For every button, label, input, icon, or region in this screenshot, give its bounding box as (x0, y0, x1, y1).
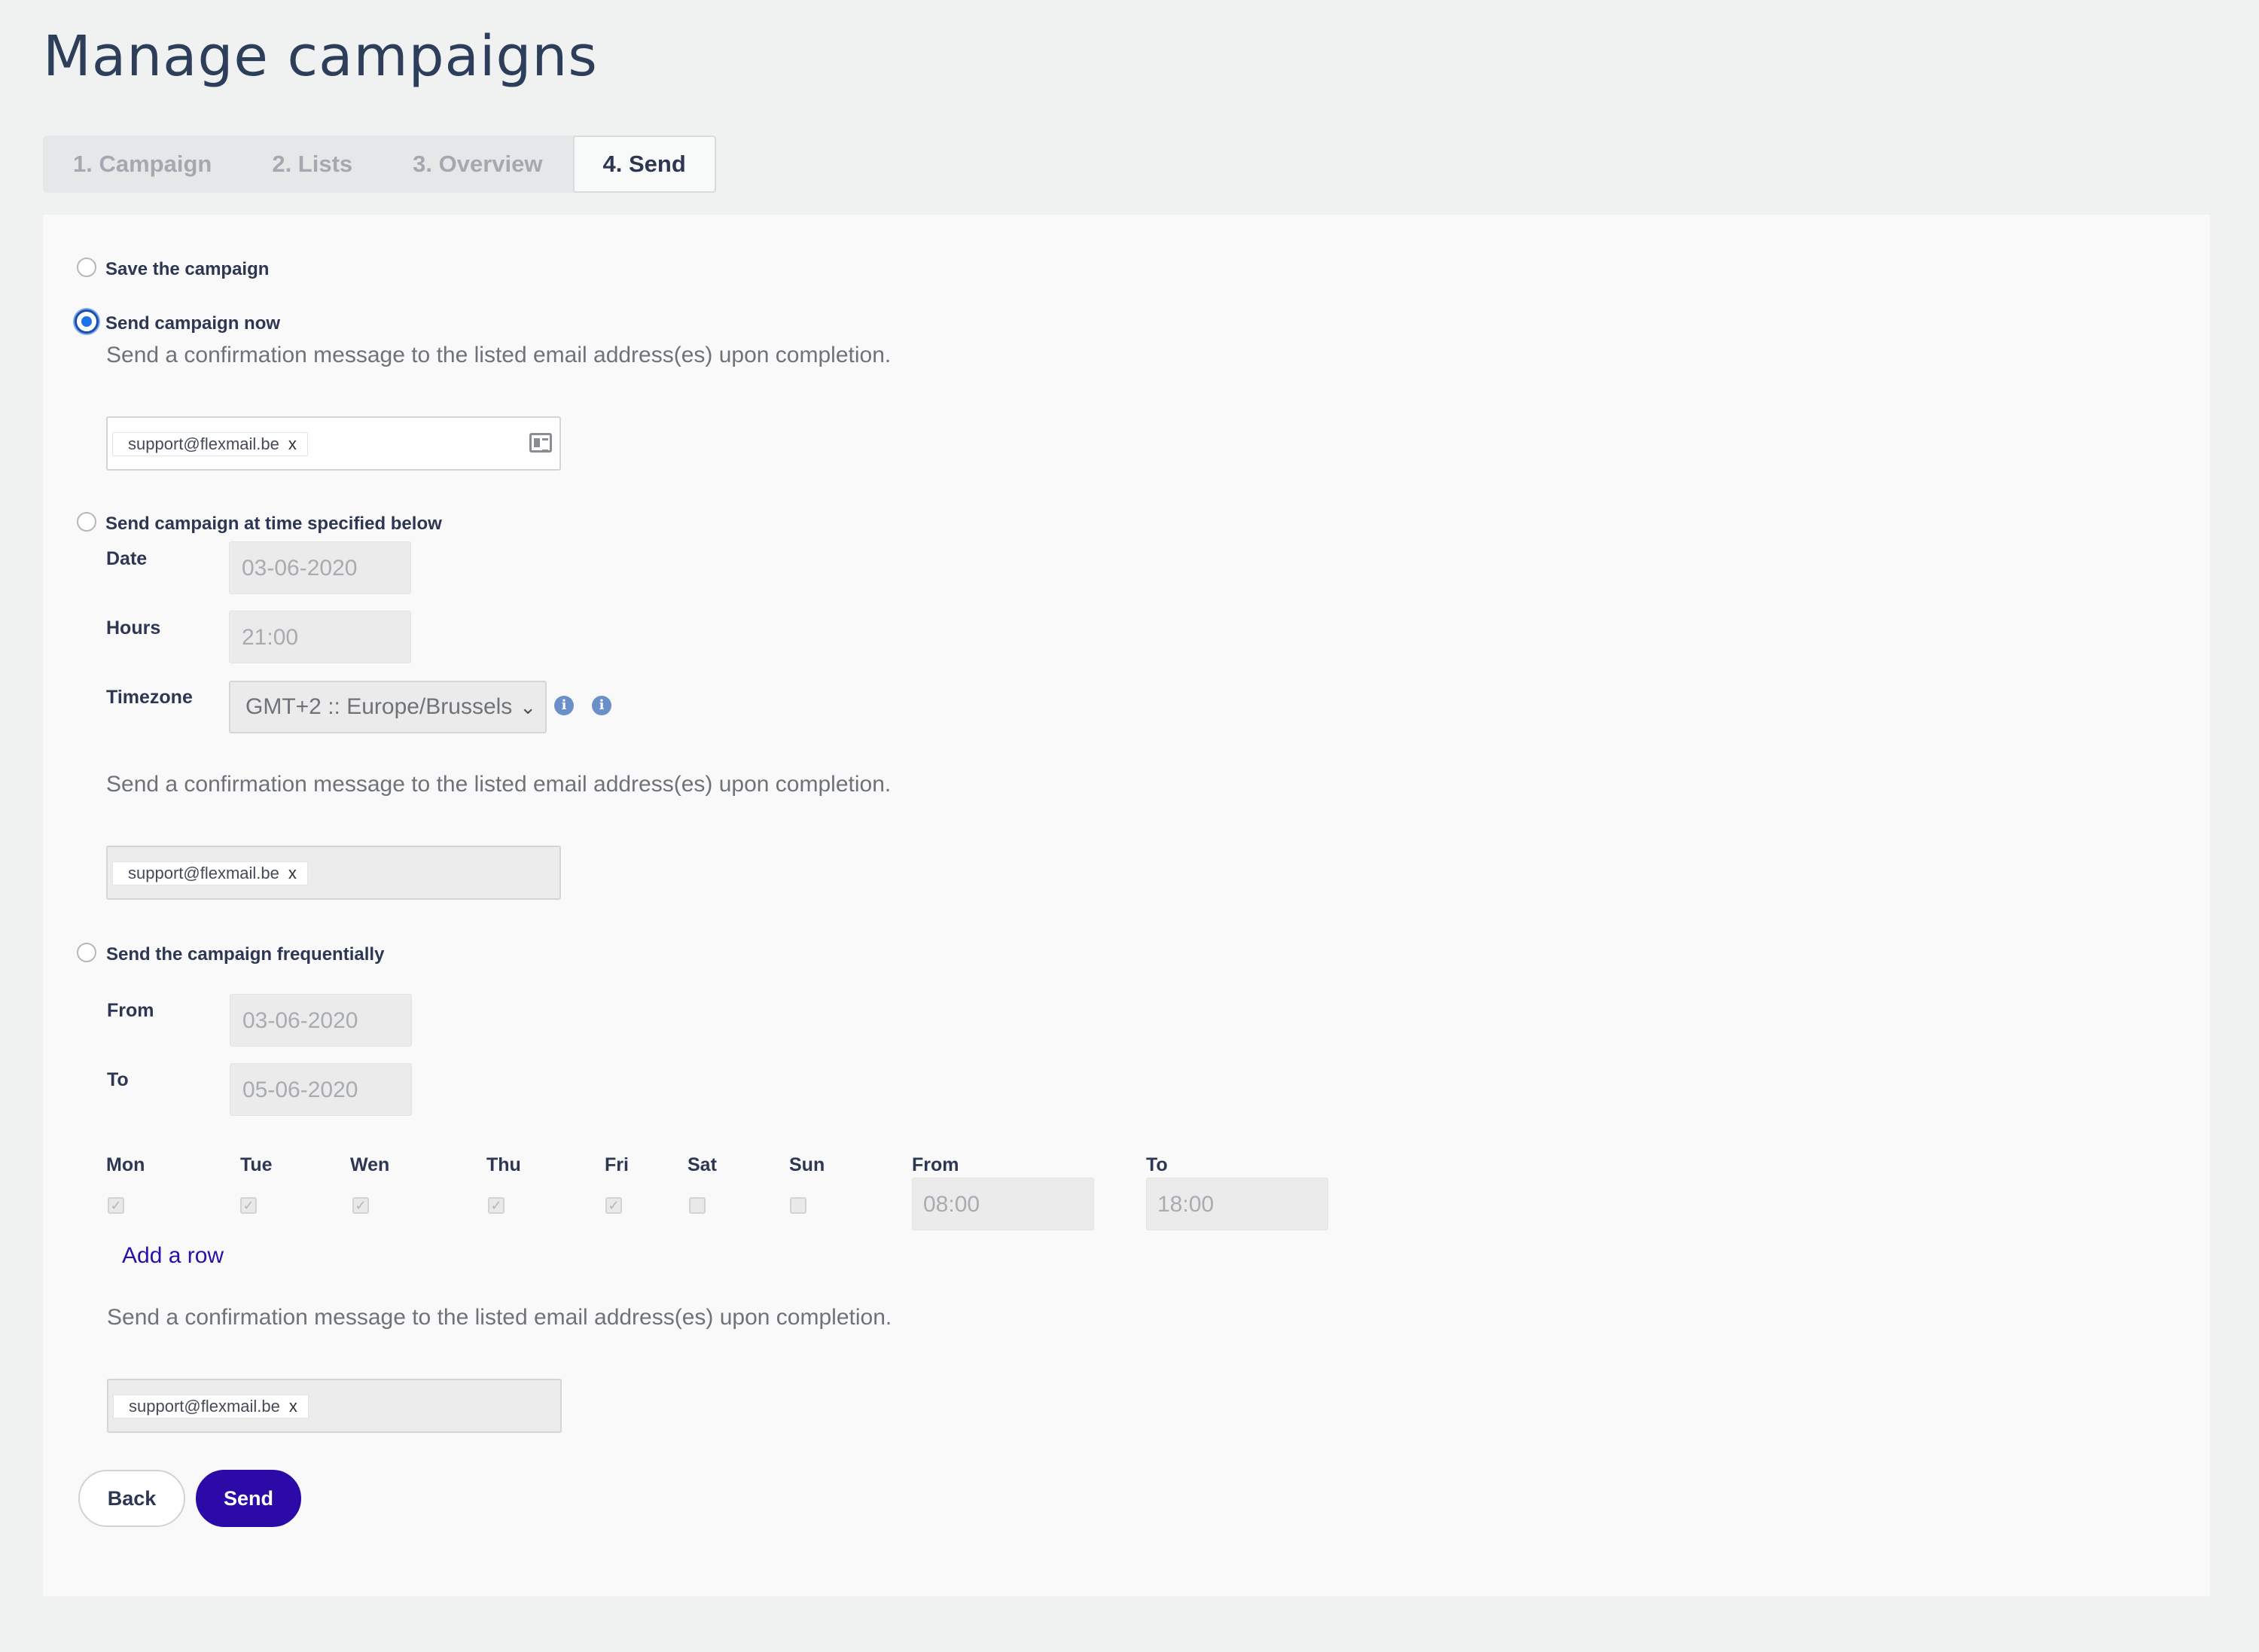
send-now-radio[interactable] (75, 309, 99, 334)
checkbox-thu[interactable]: ✓ (488, 1197, 505, 1214)
send-button[interactable]: Send (196, 1470, 301, 1527)
day-label-mon: Mon (106, 1154, 145, 1175)
checkbox-fri[interactable]: ✓ (605, 1197, 622, 1214)
timezone-value: GMT+2 :: Europe/Brussels (245, 694, 513, 719)
tab-overview[interactable]: 3. Overview (383, 136, 572, 193)
send-frequent-label: Send the campaign frequentially (106, 944, 385, 965)
email-chip: support@flexmail.be x (112, 432, 308, 456)
frequent-email-field[interactable]: support@flexmail.be x (107, 1379, 562, 1433)
date-input[interactable]: 03-06-2020 (229, 541, 411, 594)
day-label-wen: Wen (350, 1154, 390, 1175)
send-frequent-radio[interactable] (77, 943, 96, 962)
to-date-input[interactable]: 05-06-2020 (230, 1063, 412, 1116)
back-button[interactable]: Back (78, 1470, 185, 1527)
time-from-label: From (912, 1154, 959, 1175)
tab-send[interactable]: 4. Send (572, 136, 716, 193)
checkbox-sun[interactable] (790, 1197, 806, 1214)
tab-lists[interactable]: 2. Lists (242, 136, 383, 193)
date-label: Date (106, 548, 148, 569)
send-now-label: Send campaign now (105, 313, 281, 334)
email-chip-text: support@flexmail.be (128, 434, 279, 453)
hours-input[interactable]: 21:00 (229, 611, 411, 663)
day-label-sun: Sun (789, 1154, 825, 1175)
to-date-label: To (107, 1069, 129, 1090)
checkbox-tue[interactable]: ✓ (240, 1197, 257, 1214)
add-row-link[interactable]: Add a row (122, 1243, 224, 1269)
info-icon[interactable]: i (592, 696, 611, 715)
send-scheduled-label: Send campaign at time specified below (105, 514, 442, 534)
time-to-input[interactable]: 18:00 (1146, 1178, 1328, 1230)
from-date-input[interactable]: 03-06-2020 (230, 994, 412, 1047)
time-to-label: To (1146, 1154, 1168, 1175)
scheduled-email-field[interactable]: support@flexmail.be x (106, 846, 561, 900)
checkbox-sat[interactable] (689, 1197, 706, 1214)
chevron-down-icon: ⌄ (515, 682, 541, 732)
save-campaign-radio[interactable] (77, 258, 96, 277)
wizard-tabs: 1. Campaign 2. Lists 3. Overview 4. Send (43, 136, 716, 193)
email-chip-text: support@flexmail.be (129, 1397, 280, 1416)
remove-email-button[interactable]: x (288, 434, 297, 453)
day-label-sat: Sat (687, 1154, 717, 1175)
hours-label: Hours (106, 617, 161, 639)
email-chip: support@flexmail.be x (113, 1394, 309, 1419)
send-scheduled-radio[interactable] (77, 512, 96, 532)
page-title: Manage campaigns (43, 24, 598, 89)
frequent-description: Send a confirmation message to the liste… (107, 1305, 892, 1330)
send-now-email-field[interactable]: support@flexmail.be x (106, 416, 561, 471)
checkbox-mon[interactable]: ✓ (108, 1197, 124, 1214)
info-icon[interactable]: i (554, 696, 574, 715)
send-panel: Save the campaign Send campaign now Send… (43, 215, 2210, 1596)
time-from-input[interactable]: 08:00 (912, 1178, 1094, 1230)
day-label-tue: Tue (240, 1154, 273, 1175)
timezone-label: Timezone (106, 687, 193, 708)
scheduled-description: Send a confirmation message to the liste… (106, 772, 892, 797)
send-now-description: Send a confirmation message to the liste… (106, 343, 892, 367)
remove-email-button[interactable]: x (288, 864, 297, 882)
contact-card-icon[interactable] (529, 433, 552, 453)
day-label-thu: Thu (486, 1154, 521, 1175)
email-chip: support@flexmail.be x (112, 861, 308, 885)
save-campaign-label: Save the campaign (105, 259, 270, 279)
checkbox-wen[interactable]: ✓ (352, 1197, 369, 1214)
from-date-label: From (107, 1000, 154, 1021)
email-chip-text: support@flexmail.be (128, 864, 279, 882)
timezone-select[interactable]: GMT+2 :: Europe/Brussels ⌄ (229, 681, 547, 733)
tab-campaign[interactable]: 1. Campaign (43, 136, 242, 193)
remove-email-button[interactable]: x (289, 1397, 297, 1416)
day-label-fri: Fri (605, 1154, 629, 1175)
